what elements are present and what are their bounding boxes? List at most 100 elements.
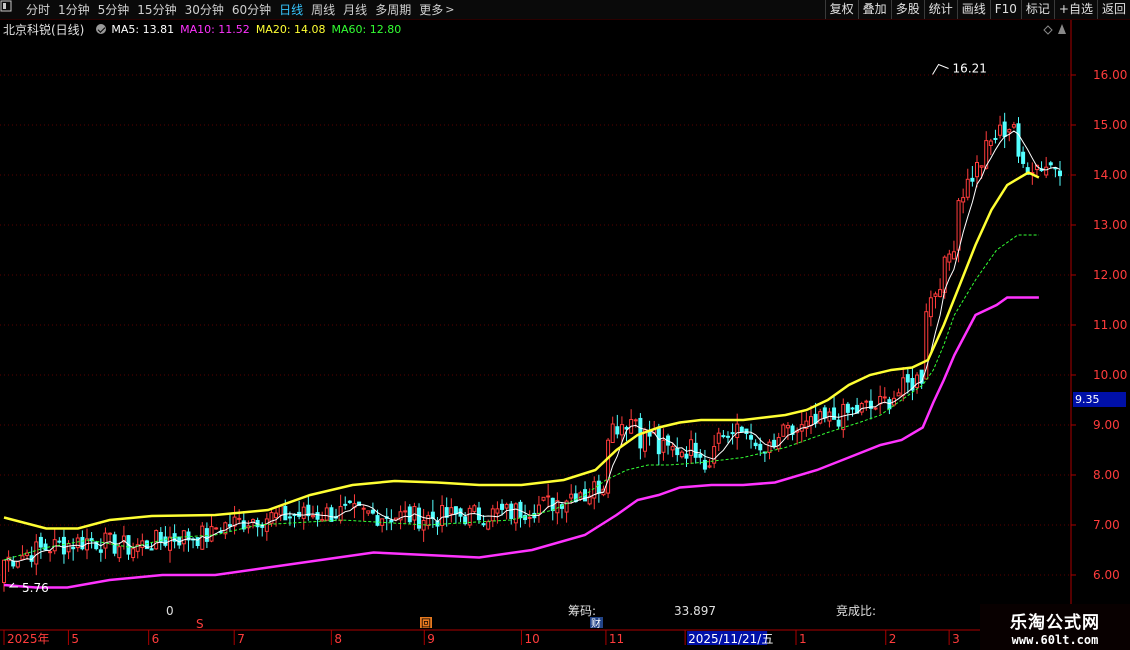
candle-body	[730, 432, 735, 435]
candle-body	[417, 507, 422, 529]
candle-body	[619, 424, 624, 436]
candle-body	[486, 521, 491, 530]
candle-body	[75, 537, 80, 549]
candle-body	[864, 400, 869, 403]
candle-body	[873, 407, 878, 410]
ma60-line	[3, 296, 1039, 589]
x-tick-label: 2	[889, 632, 897, 646]
candle-body	[108, 532, 113, 535]
candle-body	[154, 530, 159, 550]
candle-body	[509, 503, 514, 519]
candle-body	[131, 548, 136, 559]
candle-body	[324, 507, 329, 521]
candle-body	[389, 519, 394, 523]
candle-body	[781, 424, 786, 437]
candle-body	[403, 510, 408, 513]
candle-body	[974, 162, 979, 178]
auction-label: 竞成比:	[836, 604, 876, 618]
candle-body	[758, 443, 763, 451]
x-tick-label: 2025年	[7, 632, 50, 646]
candle-body	[361, 507, 366, 510]
s-mark: S	[196, 617, 204, 631]
candle-body	[315, 512, 320, 520]
candle-body	[656, 426, 661, 455]
candle-body	[845, 403, 850, 413]
y-tick-label: 8.00	[1093, 468, 1120, 482]
candle-body	[970, 177, 975, 182]
x-tick-label: 5	[71, 632, 79, 646]
candle-body	[472, 505, 477, 513]
candle-body	[707, 465, 712, 468]
candle-body	[744, 428, 749, 435]
candle-body	[998, 124, 1003, 136]
candle-body	[675, 447, 680, 456]
candle-body	[320, 519, 325, 522]
candle-body	[61, 536, 66, 555]
candle-body	[481, 523, 486, 526]
candle-body	[670, 446, 675, 451]
candle-body	[227, 524, 232, 527]
diamond-icon	[1043, 25, 1053, 35]
x-tick-label: 3	[952, 632, 960, 646]
max-price-label: 16.21	[953, 62, 987, 76]
candle-body	[735, 423, 740, 439]
candle-body	[15, 561, 20, 568]
candle-body	[347, 500, 352, 503]
candle-body	[961, 197, 966, 203]
x-tick-label: 9	[427, 632, 435, 646]
candle-body	[938, 289, 943, 298]
candle-body	[1021, 151, 1026, 164]
candle-body	[785, 424, 790, 429]
ma5-line	[3, 130, 1061, 562]
x-tick-label: 8	[334, 632, 342, 646]
candle-body	[716, 432, 721, 444]
candle-body	[661, 439, 666, 453]
candle-body	[1007, 129, 1012, 133]
x-tick-label: 7	[237, 632, 245, 646]
chip-value: 33.897	[674, 604, 716, 618]
candle-body	[370, 509, 375, 514]
y-tick-label: 7.00	[1093, 518, 1120, 532]
kline-chart[interactable]: 6.00 7.00 8.00 9.00 10.00 11.00 12.00 13.00 14.0…	[0, 0, 1130, 650]
x-tick-label: 6	[152, 632, 160, 646]
candle-body	[749, 435, 754, 440]
y-tick-label: 13.00	[1093, 218, 1127, 232]
candle-body	[965, 178, 970, 198]
candle-body	[440, 505, 445, 526]
triangle-icon	[1058, 24, 1066, 34]
candle-body	[808, 416, 813, 427]
candle-body	[48, 551, 53, 554]
candle-body	[504, 503, 509, 509]
candle-body	[901, 377, 906, 396]
candle-body	[1011, 124, 1016, 128]
zero-label: 0	[166, 604, 174, 618]
candle-body	[2, 559, 6, 583]
min-price-label: 5.76	[22, 581, 49, 595]
candle-body	[287, 516, 292, 519]
ma20-line	[3, 171, 1040, 530]
hui-mark: 回	[421, 618, 431, 630]
candle-body	[366, 510, 371, 514]
current-price-box: 9.35	[1073, 392, 1126, 407]
candle-body	[168, 536, 173, 551]
candle-body	[988, 140, 993, 146]
candle-body	[836, 419, 841, 427]
candle-body	[490, 508, 495, 522]
max-pointer	[932, 63, 949, 75]
y-tick-label: 12.00	[1093, 268, 1127, 282]
candle-body	[956, 200, 961, 251]
candle-body	[103, 532, 108, 549]
chip-label: 筹码:	[568, 604, 596, 618]
candle-body	[615, 426, 620, 435]
candle-body	[264, 518, 269, 532]
candle-body	[882, 396, 887, 399]
candle-body	[684, 453, 689, 459]
candle-body	[896, 392, 901, 397]
candle-body	[283, 505, 288, 521]
candle-body	[753, 442, 758, 447]
candle-body	[822, 407, 827, 419]
candle-body	[343, 503, 348, 506]
candle-body	[951, 251, 956, 260]
x-tick-label: 11	[609, 632, 624, 646]
y-tick-label: 16.00	[1093, 68, 1127, 82]
